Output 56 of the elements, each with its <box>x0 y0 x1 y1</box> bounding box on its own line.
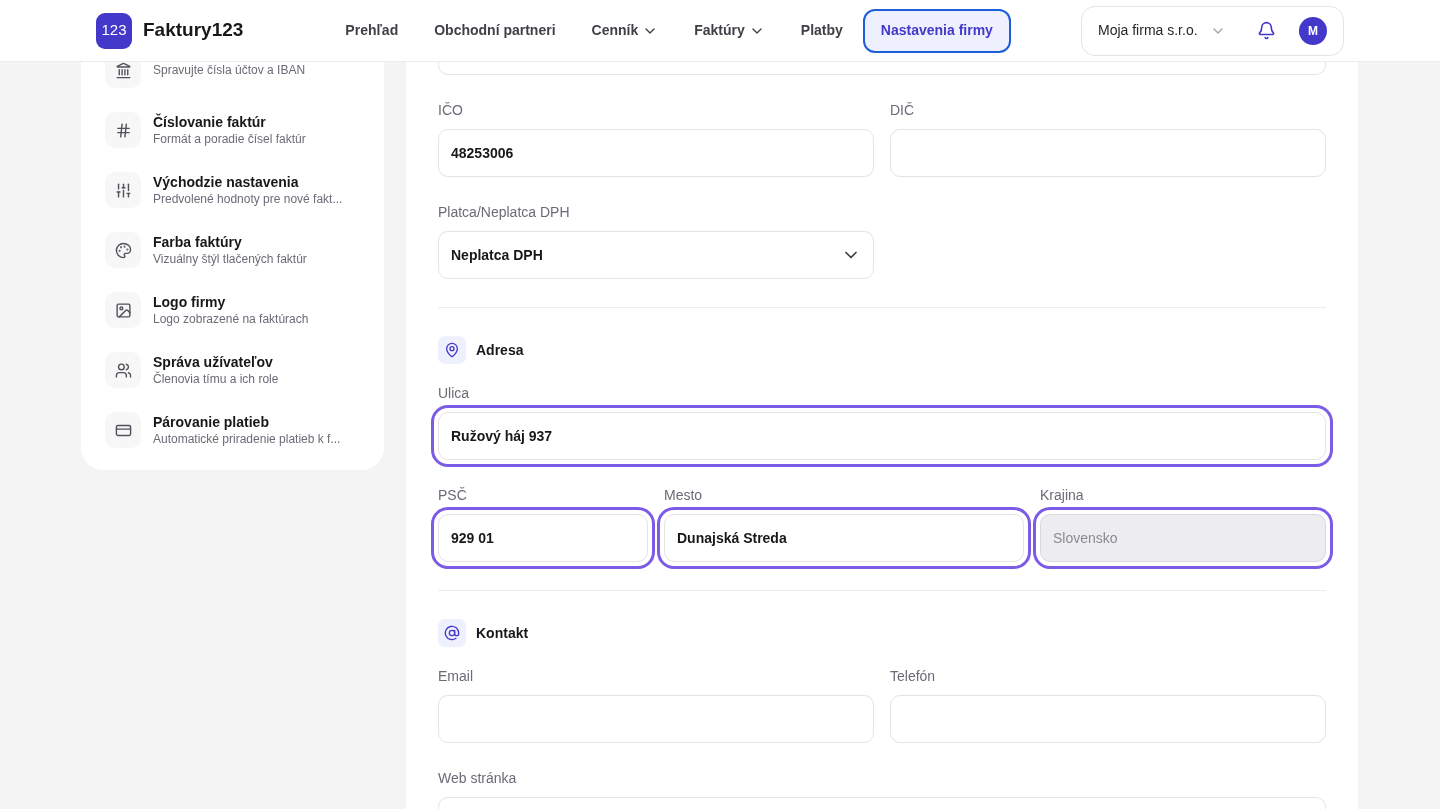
item-title: Farba faktúry <box>153 233 243 251</box>
field-label: PSČ <box>438 486 468 504</box>
input-field[interactable] <box>890 695 1326 743</box>
item-title: Logo firmy <box>153 293 227 311</box>
field-label: Web stránka <box>438 769 518 787</box>
section-heading: Adresa <box>476 340 524 360</box>
users-icon <box>114 361 132 379</box>
item-description: Spravujte čísla účtov a IBAN <box>153 62 306 78</box>
field-label: Email <box>438 667 474 685</box>
item-description: Logo zobrazené na faktúrach <box>153 311 309 327</box>
sidebar-item[interactable]: Číslovanie faktúr Formát a poradie čísel faktúr <box>105 112 360 148</box>
sidebar-item[interactable]: Farba faktúry Vizuálny štýl tlačených faktúr <box>105 232 360 268</box>
bank-icon <box>114 62 132 79</box>
item-title: Správa užívateľov <box>153 353 274 371</box>
field-label: Platca/Neplatca DPH <box>438 203 571 221</box>
field-label: Krajina <box>1040 486 1085 504</box>
sidebar-item[interactable]: Párovanie platieb Automatické priradenie platieb k f... <box>105 412 360 448</box>
at-sign-icon <box>444 625 460 641</box>
input-field[interactable]: 48253006 <box>438 129 874 177</box>
nav-tab[interactable]: Platby <box>784 8 859 53</box>
company-switcher[interactable]: Moja firma s.r.o. <box>1098 20 1226 41</box>
sidebar-item[interactable]: Východzie nastavenia Predvolené hodnoty pre nové fakt... <box>105 172 360 208</box>
item-description: Vizuálny štýl tlačených faktúr <box>153 251 307 267</box>
item-description: Predvolené hodnoty pre nové fakt... <box>153 191 343 207</box>
image-icon <box>114 301 132 319</box>
field-label: Mesto <box>664 486 704 504</box>
field-label: Telefón <box>890 667 937 685</box>
sidebar-item[interactable]: Správa užívateľov Členovia tímu a ich role <box>105 352 360 388</box>
section-heading: Kontakt <box>476 623 529 643</box>
sidebar-item[interactable]: Spravujte čísla účtov a IBAN <box>105 62 360 88</box>
item-title: Párovanie platieb <box>153 413 270 431</box>
logo-mark: 123 <box>96 12 132 49</box>
nav-tab[interactable]: Nastavenia firmy <box>862 8 1011 53</box>
item-title: Východzie nastavenia <box>153 173 300 191</box>
sidebar-item[interactable]: Logo firmy Logo zobrazené na faktúrach <box>105 292 360 328</box>
nav-tab[interactable]: Cenník <box>575 8 675 53</box>
field-label: Ulica <box>438 384 471 402</box>
field-label: DIČ <box>890 101 916 119</box>
map-pin-icon <box>444 342 460 358</box>
palette-icon <box>114 241 132 259</box>
input-field[interactable] <box>890 129 1326 177</box>
item-description: Formát a poradie čísel faktúr <box>153 131 306 147</box>
field-label: IČO <box>438 101 464 119</box>
nav-tab[interactable]: Prehľad <box>329 8 415 53</box>
notification-icon[interactable] <box>1257 21 1276 40</box>
item-description: Automatické priradenie platieb k f... <box>153 431 341 447</box>
brand-name: Faktury123 <box>143 18 244 43</box>
nav-tab[interactable]: Faktúry <box>678 8 781 53</box>
item-description: Členovia tímu a ich role <box>153 371 279 387</box>
avatar[interactable]: M <box>1299 16 1327 45</box>
select-field[interactable]: Neplatca DPH <box>438 231 874 279</box>
nav-tab[interactable]: Obchodní partneri <box>418 8 572 53</box>
input-field[interactable] <box>438 695 874 743</box>
hash-icon <box>114 121 132 139</box>
sliders-icon <box>114 181 132 199</box>
item-title: Číslovanie faktúr <box>153 113 267 131</box>
